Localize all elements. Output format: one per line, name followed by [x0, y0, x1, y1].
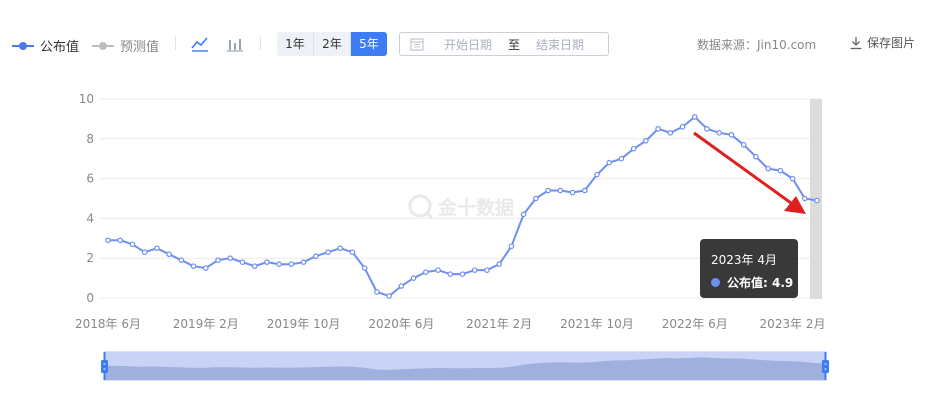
data-point[interactable] [545, 187, 551, 194]
data-point[interactable] [239, 259, 246, 265]
data-point[interactable] [117, 237, 124, 244]
y-axis-ticks: 0 2 4 6 8 10 [79, 92, 94, 305]
data-point[interactable] [569, 189, 576, 196]
data-point[interactable] [215, 257, 221, 263]
data-point[interactable] [154, 245, 160, 252]
y-tick-label: 0 [86, 291, 94, 305]
data-point[interactable] [202, 265, 209, 271]
data-point[interactable] [704, 126, 710, 132]
data-tooltip: 2023年 4月 公布值: 4.9 [700, 239, 798, 298]
data-point[interactable] [533, 195, 539, 202]
data-point[interactable] [288, 261, 295, 267]
data-point[interactable] [716, 130, 723, 136]
data-point[interactable] [105, 237, 111, 244]
x-tick-label: 2020年 6月 [368, 317, 434, 331]
data-point[interactable] [471, 267, 478, 273]
data-point[interactable] [349, 249, 356, 256]
data-point[interactable] [728, 132, 735, 138]
data-point[interactable] [679, 124, 686, 130]
data-point[interactable] [190, 263, 197, 269]
x-tick-label: 2019年 2月 [173, 317, 239, 331]
data-point[interactable] [166, 251, 172, 258]
watermark: 金十数据 [408, 194, 514, 220]
data-point[interactable] [643, 137, 649, 144]
data-point[interactable] [361, 265, 368, 271]
x-tick-label: 2021年 10月 [560, 317, 634, 331]
tooltip-series-marker [711, 278, 720, 287]
data-point[interactable] [264, 259, 270, 265]
x-tick-label: 2019年 10月 [267, 317, 341, 331]
data-point[interactable] [765, 165, 771, 172]
data-point[interactable] [655, 126, 661, 132]
y-tick-label: 6 [86, 172, 94, 186]
y-tick-label: 8 [86, 132, 94, 146]
data-point[interactable] [337, 245, 344, 252]
x-tick-label: 2023年 2月 [760, 317, 826, 331]
tooltip-row: 公布值: 4.9 [711, 274, 793, 291]
data-point[interactable] [410, 275, 417, 281]
tooltip-value: 公布值: 4.9 [727, 276, 794, 290]
data-point[interactable] [227, 255, 234, 262]
data-point[interactable] [423, 269, 429, 275]
data-point[interactable] [520, 211, 527, 218]
x-tick-label: 2021年 2月 [466, 317, 532, 331]
data-point[interactable] [435, 267, 441, 273]
data-point[interactable] [496, 261, 502, 267]
data-point[interactable] [276, 261, 282, 267]
x-axis-ticks: 2018年 6月 2019年 2月 2019年 10月 2020年 6月 2021年 2… [75, 317, 826, 331]
data-point[interactable] [691, 114, 698, 120]
data-point[interactable] [594, 171, 600, 178]
data-point[interactable] [557, 187, 564, 194]
data-point[interactable] [386, 293, 392, 299]
data-point[interactable] [606, 159, 612, 166]
zoom-slider[interactable] [101, 351, 829, 381]
data-point[interactable] [618, 155, 625, 162]
data-point[interactable] [398, 283, 405, 289]
y-tick-label: 2 [86, 251, 94, 265]
data-point[interactable] [740, 141, 747, 148]
data-point[interactable] [789, 175, 796, 182]
data-point[interactable] [300, 259, 307, 265]
data-point[interactable] [459, 271, 466, 277]
red-arrow-annotation [693, 131, 806, 214]
x-tick-label: 2022年 6月 [662, 317, 728, 331]
x-tick-label: 2018年 6月 [75, 317, 141, 331]
data-point[interactable] [251, 263, 258, 269]
data-point[interactable] [801, 195, 808, 202]
data-point[interactable] [667, 130, 674, 136]
data-point[interactable] [374, 289, 380, 295]
data-point[interactable] [777, 167, 784, 174]
data-point[interactable] [129, 241, 136, 248]
data-point[interactable] [484, 267, 490, 273]
data-point[interactable] [508, 243, 515, 250]
data-point[interactable] [753, 153, 759, 160]
data-point[interactable] [313, 253, 319, 260]
data-point[interactable] [447, 271, 454, 277]
tooltip-title: 2023年 4月 [711, 253, 777, 267]
watermark-text: 金十数据 [437, 196, 514, 219]
data-point[interactable] [178, 257, 185, 263]
data-point[interactable] [814, 197, 820, 204]
y-tick-label: 4 [86, 211, 94, 225]
data-point[interactable] [581, 187, 588, 194]
data-point[interactable] [141, 249, 148, 256]
line-chart: 0 2 4 6 8 10 2018年 6月 2019年 2月 2019年 10月 2020年 6… [75, 92, 829, 381]
y-tick-label: 10 [79, 92, 94, 106]
data-point[interactable] [325, 249, 331, 256]
data-point[interactable] [630, 145, 637, 152]
